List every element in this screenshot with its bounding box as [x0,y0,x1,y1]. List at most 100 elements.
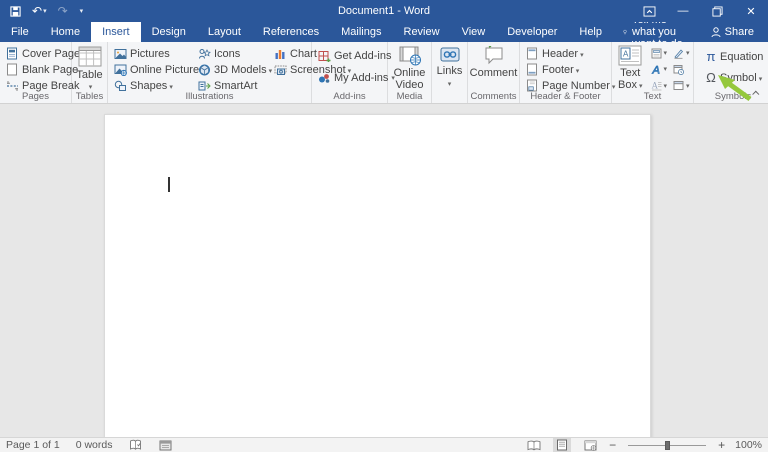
window-controls: — ✕ [632,0,768,22]
print-layout-button[interactable] [553,438,571,452]
tab-review[interactable]: Review [393,22,451,42]
comment-button[interactable]: Comment [466,44,522,82]
symbol-button[interactable]: Ω Symbol [702,70,768,85]
tab-mailings[interactable]: Mailings [330,22,392,42]
get-addins-icon [317,49,331,63]
group-label-media: Media [388,91,431,102]
title-bar: ↶▾ ↷ ▾ Document1 - Word — ✕ [0,0,768,22]
pictures-button[interactable]: Pictures [110,46,194,61]
ribbon-tab-row: File Home Insert Design Layout Reference… [0,22,768,42]
wordart-icon: A [650,62,662,76]
minimize-button[interactable]: — [666,0,700,22]
links-icon [439,46,461,64]
tell-me-box[interactable]: Tell me what you want to do [613,22,697,42]
ribbon-display-options-button[interactable] [632,0,666,22]
cover-page-icon [5,47,19,61]
my-addins-button[interactable]: My Add-ins ▾ [314,70,385,85]
tab-developer[interactable]: Developer [496,22,568,42]
tab-design[interactable]: Design [141,22,197,42]
online-pictures-button[interactable]: Online Pictures [110,62,194,77]
zoom-level[interactable]: 100% [735,439,762,451]
restore-button[interactable] [700,0,734,22]
web-layout-button[interactable] [581,438,599,452]
icons-button[interactable]: Icons [194,46,270,61]
cover-page-button[interactable]: Cover Page [2,46,69,61]
ribbon-group-comments: Comment Comments [468,42,520,103]
signature-line-button[interactable]: ▾ [673,46,690,60]
group-label-header-footer: Header & Footer [520,91,611,102]
document-page[interactable] [104,114,651,437]
equation-button[interactable]: π Equation ▾ [702,49,768,64]
ribbon-group-tables: Table Tables [72,42,108,103]
svg-text:A: A [623,50,629,59]
group-label-illustrations: Illustrations [108,91,311,102]
ribbon-group-text: A Text Box ▾ ▾ A ▾ [612,42,694,103]
read-mode-button[interactable] [525,438,543,452]
svg-text:A: A [651,81,658,91]
wordart-button[interactable]: A ▾ [650,62,667,76]
header-icon [525,47,539,61]
document-canvas [0,104,768,437]
text-cursor [168,177,170,192]
save-button[interactable] [10,6,21,17]
zoom-slider[interactable] [628,445,706,446]
date-time-button[interactable] [673,62,690,76]
tab-layout[interactable]: Layout [197,22,252,42]
table-icon [78,46,102,68]
online-video-icon [398,46,422,66]
proofing-status-icon[interactable] [128,438,142,452]
group-label-addins: Add-ins [312,91,387,102]
ribbon-group-header-footer: Header Footer Page Number Header & Foote… [520,42,612,103]
comment-icon [483,46,505,66]
date-time-icon [673,62,685,76]
text-box-icon: A [618,45,642,66]
text-box-button[interactable]: A Text Box [614,44,646,94]
word-count[interactable]: 0 words [76,439,113,451]
page-indicator[interactable]: Page 1 of 1 [6,439,60,451]
blank-page-icon [5,63,19,77]
icons-icon [197,47,211,61]
close-button[interactable]: ✕ [734,0,768,22]
zoom-in-button[interactable]: + [718,439,725,451]
redo-button[interactable]: ↷ [58,5,68,17]
table-button[interactable]: Table [72,44,106,95]
symbol-omega-icon: Ω [705,71,717,85]
tab-help[interactable]: Help [568,22,613,42]
equation-pi-icon: π [705,50,717,64]
quick-parts-button[interactable]: ▾ [650,46,667,60]
footer-button[interactable]: Footer [522,62,609,77]
get-addins-button[interactable]: Get Add-ins [314,48,385,63]
tab-insert[interactable]: Insert [91,22,141,42]
tab-file[interactable]: File [0,22,40,42]
customize-qat-button[interactable]: ▾ [79,8,84,15]
macro-recording-icon[interactable] [158,438,172,452]
share-button[interactable]: Share [697,22,768,42]
tab-home[interactable]: Home [40,22,91,42]
ribbon-group-links: Links ▾ [432,42,468,103]
share-label: Share [725,26,754,38]
undo-dropdown-icon[interactable]: ▾ [43,8,47,15]
collapse-chevron-icon [752,90,759,97]
ribbon-group-pages: Cover Page Blank Page Page Break Pages [0,42,72,103]
status-bar: Page 1 of 1 0 words − + 100% [0,437,768,452]
group-label-comments: Comments [468,91,519,102]
links-button[interactable]: Links ▾ [433,44,467,92]
blank-page-button[interactable]: Blank Page [2,62,69,77]
quick-access-toolbar: ↶▾ ↷ ▾ [0,5,83,17]
pictures-icon [113,47,127,61]
screenshot-icon [273,63,287,77]
tab-references[interactable]: References [252,22,330,42]
zoom-out-button[interactable]: − [609,439,616,451]
collapse-ribbon-button[interactable] [752,89,760,97]
header-button[interactable]: Header [522,46,609,61]
tab-view[interactable]: View [451,22,497,42]
3d-models-button[interactable]: 3D Models [194,62,270,77]
ribbon-group-illustrations: Pictures Online Pictures Shapes Icons [108,42,312,103]
online-video-button[interactable]: Online Video [389,44,431,93]
ribbon-group-addins: Get Add-ins My Add-ins ▾ Add-ins [312,42,388,103]
ribbon-group-media: Online Video Media [388,42,432,103]
zoom-slider-thumb[interactable] [665,441,670,450]
lightbulb-icon [623,26,627,38]
my-addins-icon [317,71,331,85]
undo-button[interactable]: ↶▾ [32,5,47,17]
